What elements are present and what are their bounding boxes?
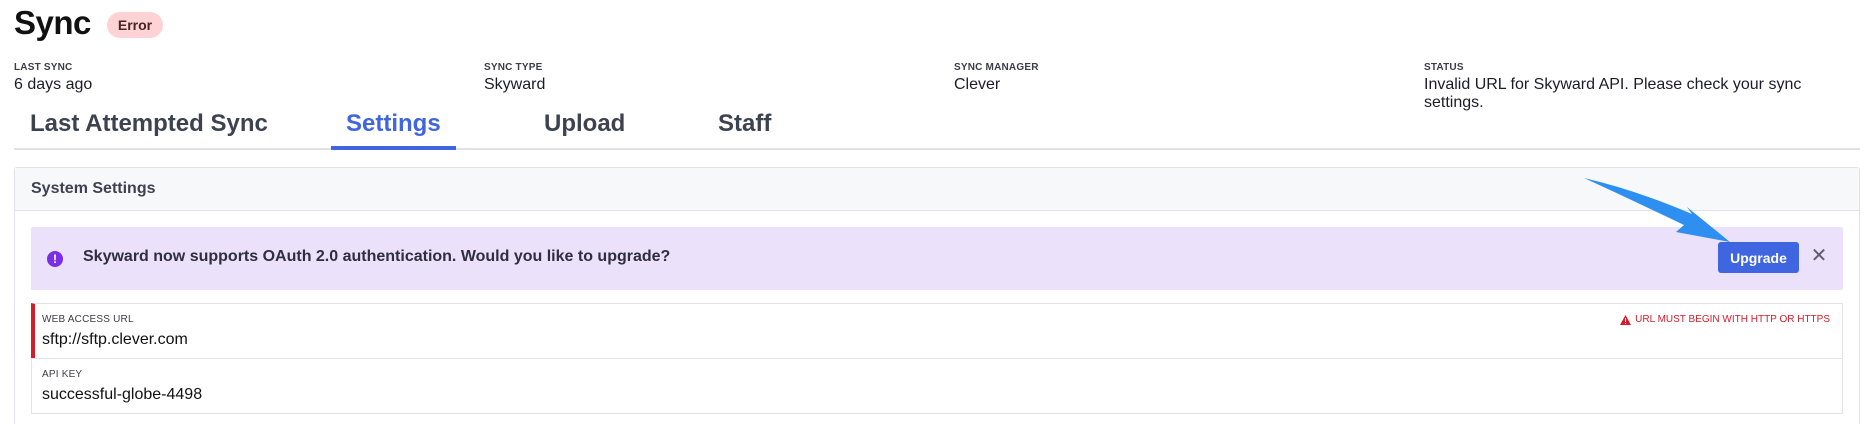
- tab-settings[interactable]: Settings: [331, 110, 456, 150]
- api-key-field[interactable]: API KEY: [31, 358, 1843, 414]
- page-title: Sync: [14, 4, 91, 41]
- sync-manager-info: SYNC MANAGER Clever: [954, 62, 1039, 94]
- panel-title: System Settings: [31, 180, 156, 197]
- tab-bar: Last Attempted Sync Settings Upload Staf…: [14, 110, 1860, 150]
- url-error-message: URL MUST BEGIN WITH HTTP OR HTTPS: [1620, 314, 1830, 325]
- sync-type-value: Skyward: [484, 76, 546, 93]
- last-sync-label: LAST SYNC: [14, 62, 73, 73]
- tab-last-attempted-sync[interactable]: Last Attempted Sync: [14, 110, 284, 150]
- sync-manager-label: SYNC MANAGER: [954, 62, 1039, 73]
- web-access-url-input[interactable]: [42, 331, 1542, 349]
- api-key-label: API KEY: [42, 369, 83, 380]
- tab-upload[interactable]: Upload: [528, 110, 641, 150]
- sync-meta: LAST SYNC 6 days ago SYNC TYPE Skyward S…: [14, 62, 1860, 111]
- api-key-input[interactable]: [42, 386, 1542, 404]
- web-access-url-field[interactable]: WEB ACCESS URL URL MUST BEGIN WITH HTTP …: [31, 303, 1843, 359]
- exclamation-circle-icon: !: [47, 251, 63, 267]
- sync-type-info: SYNC TYPE Skyward: [484, 62, 545, 94]
- oauth-upgrade-banner: ! Skyward now supports OAuth 2.0 authent…: [31, 227, 1843, 290]
- tab-staff[interactable]: Staff: [702, 110, 787, 150]
- sync-manager-value: Clever: [954, 76, 1001, 93]
- status-info: STATUS Invalid URL for Skyward API. Plea…: [1424, 62, 1860, 112]
- url-error-text: URL MUST BEGIN WITH HTTP OR HTTPS: [1635, 314, 1830, 325]
- status-label: STATUS: [1424, 62, 1464, 73]
- banner-message: Skyward now supports OAuth 2.0 authentic…: [83, 248, 671, 265]
- panel-header: System Settings: [15, 168, 1859, 211]
- page-header: Sync Error: [14, 4, 164, 42]
- last-sync-value: 6 days ago: [14, 76, 93, 93]
- status-badge: Error: [106, 12, 164, 38]
- last-sync-info: LAST SYNC 6 days ago: [14, 62, 92, 94]
- close-icon[interactable]: ✕: [1807, 244, 1831, 268]
- sync-type-label: SYNC TYPE: [484, 62, 543, 73]
- warning-icon: [1620, 314, 1632, 325]
- web-access-url-label: WEB ACCESS URL: [42, 314, 134, 325]
- status-value: Invalid URL for Skyward API. Please chec…: [1424, 76, 1802, 111]
- annotation-arrow-icon: [1584, 178, 1730, 242]
